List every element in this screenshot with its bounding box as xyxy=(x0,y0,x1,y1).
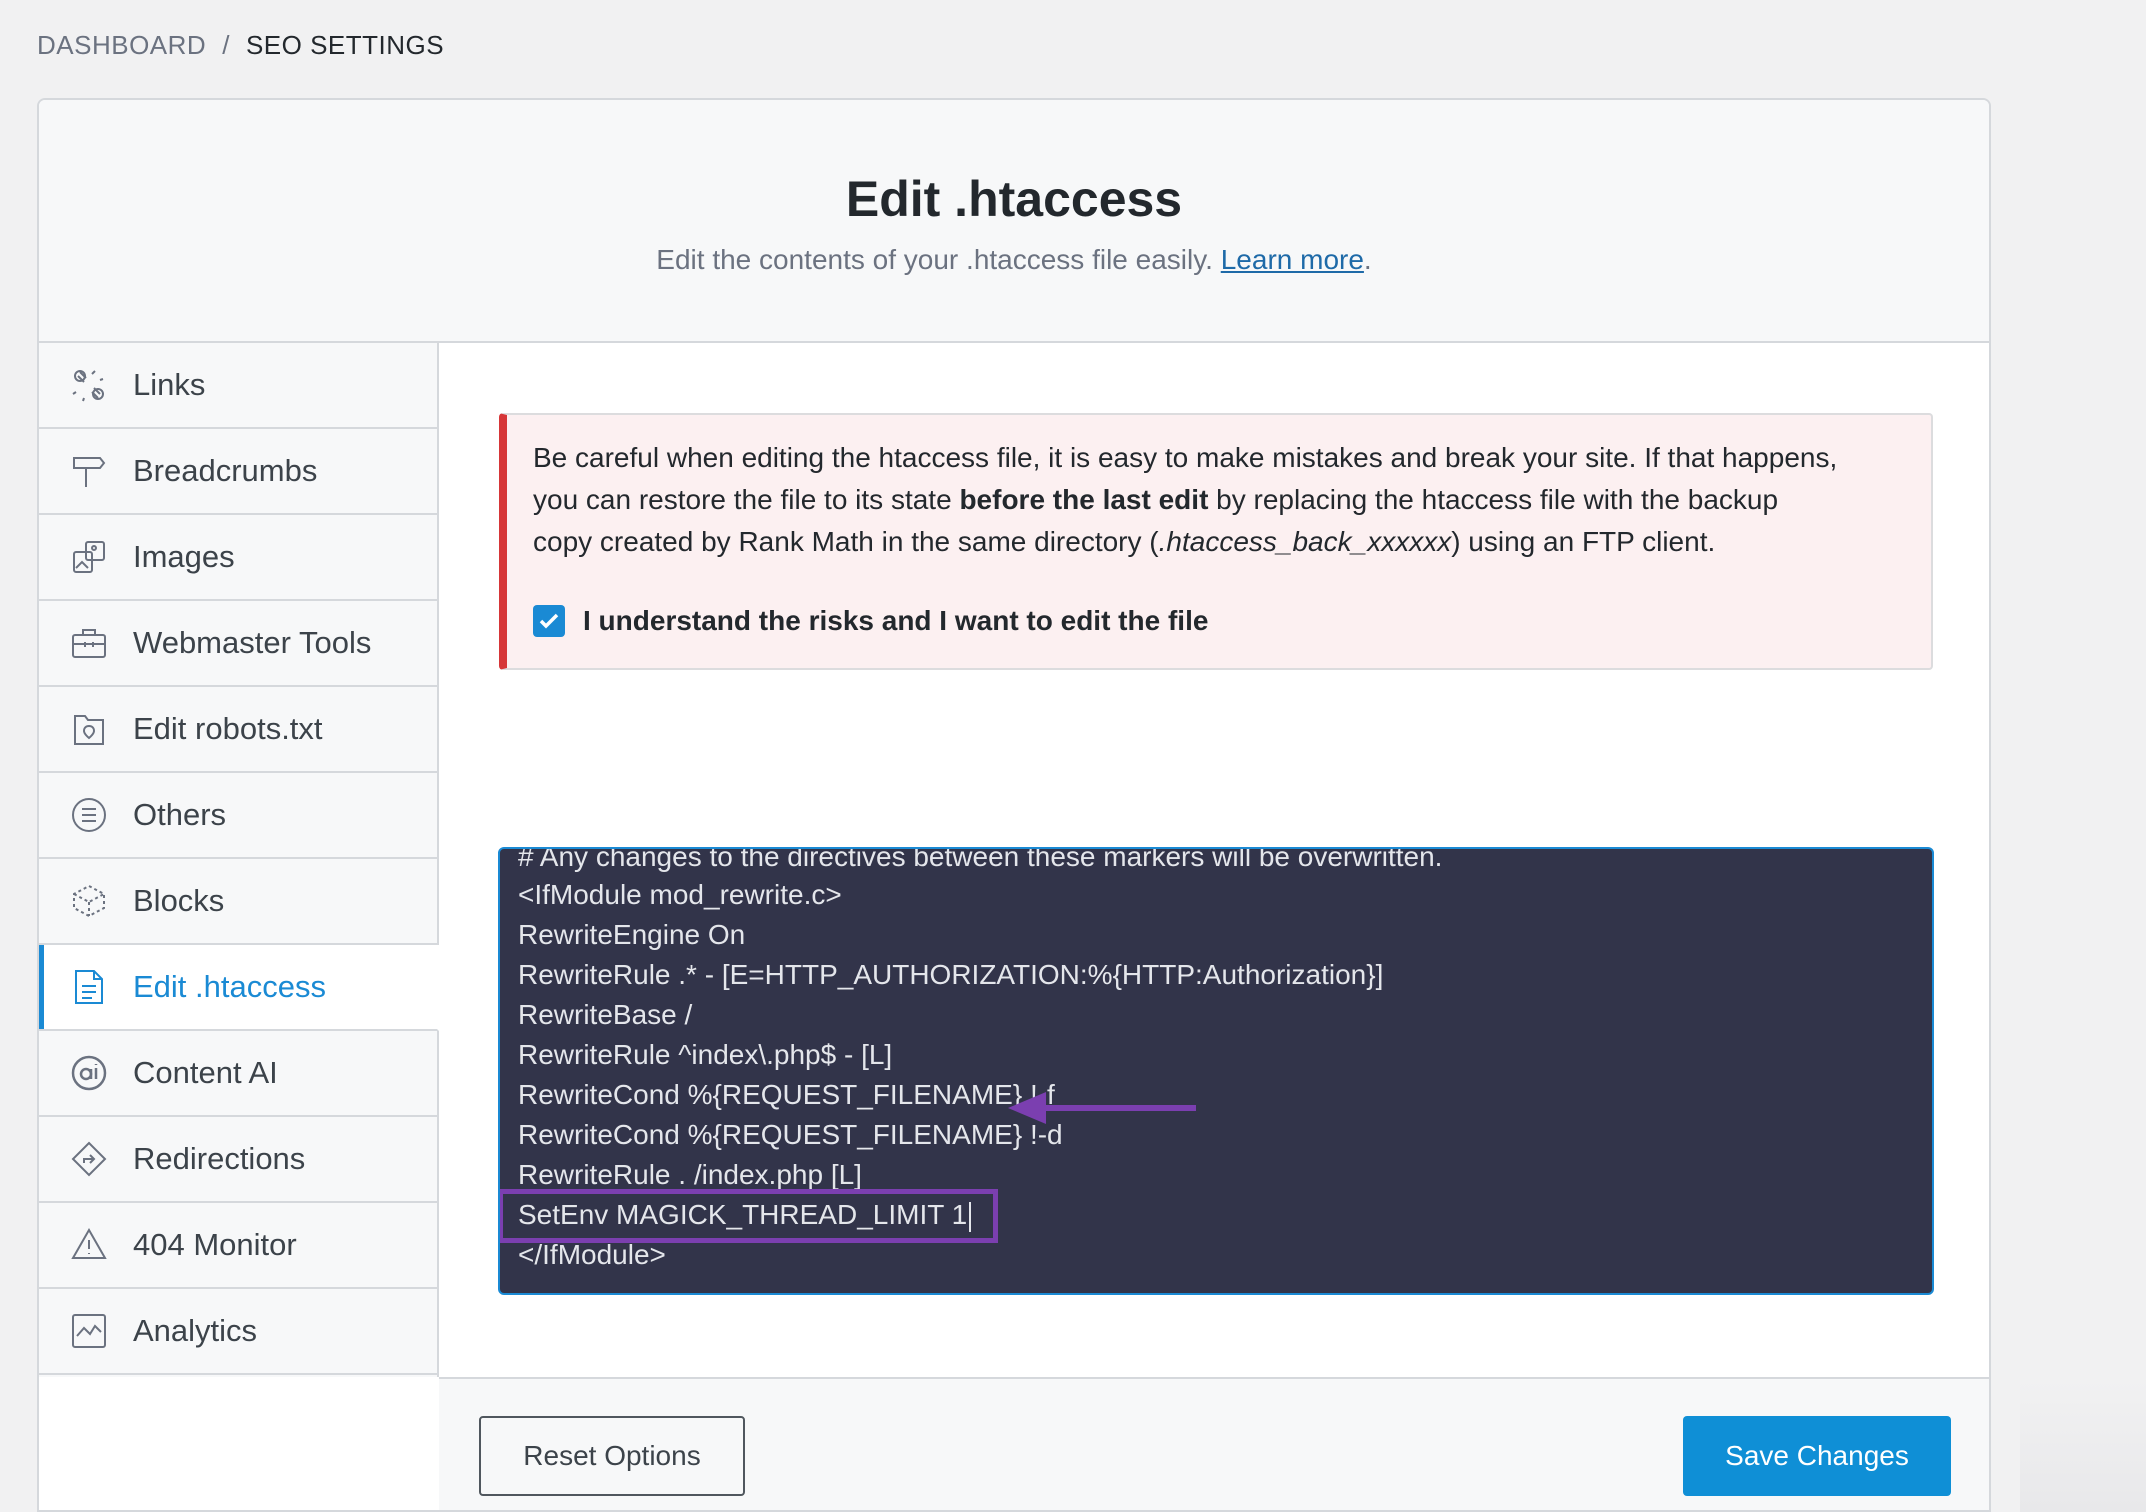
subtitle-period: . xyxy=(1363,244,1372,275)
code-line[interactable]: RewriteCond %{REQUEST_FILENAME} !-f xyxy=(518,1075,1055,1115)
checkmark-icon xyxy=(539,613,559,629)
sidebar-item-breadcrumbs[interactable]: Breadcrumbs xyxy=(39,429,437,515)
sidebar-item-label: Links xyxy=(133,367,206,402)
sidebar-item-label: Others xyxy=(133,797,227,832)
sidebar-item-analytics[interactable]: Analytics xyxy=(39,1289,437,1375)
save-changes-button[interactable]: Save Changes xyxy=(1683,1416,1951,1496)
sidebar-item-404-monitor[interactable]: 404 Monitor xyxy=(39,1203,437,1289)
settings-card: Edit .htaccess Edit the contents of your… xyxy=(37,98,1991,1512)
code-line[interactable]: RewriteEngine On xyxy=(518,915,745,955)
notice-line-2-pre: you can restore the file to its state xyxy=(533,484,960,515)
sidebar: Links Breadcrumbs Images Webmaster Tools… xyxy=(39,343,439,1377)
notice-bold-text: before the last edit xyxy=(959,484,1209,515)
sidebar-item-label: Edit robots.txt xyxy=(133,711,323,746)
card-header: Edit .htaccess Edit the contents of your… xyxy=(39,100,1989,343)
sidebar-item-webmaster-tools[interactable]: Webmaster Tools xyxy=(39,601,437,687)
breadcrumb-dashboard-link[interactable]: DASHBOARD xyxy=(37,30,206,61)
notice-line-1: Be careful when editing the htaccess fil… xyxy=(533,442,1838,473)
blocks-icon xyxy=(69,881,109,921)
sidebar-item-label: Redirections xyxy=(133,1141,306,1176)
links-icon xyxy=(69,365,109,405)
sidebar-item-label: Images xyxy=(133,539,235,574)
code-line[interactable]: RewriteCond %{REQUEST_FILENAME} !-d xyxy=(518,1115,1063,1155)
page-edge-shadow xyxy=(2020,1380,2146,1512)
code-line-text: RewriteRule .* - [E=HTTP_AUTHORIZATION:%… xyxy=(518,959,1384,990)
htaccess-code-editor[interactable]: # Any changes to the directives between … xyxy=(498,847,1934,1295)
notice-text: Be careful when editing the htaccess fil… xyxy=(533,437,1903,563)
content-ai-icon xyxy=(69,1053,109,1093)
annotation-arrow-icon xyxy=(1008,1092,1196,1124)
sidebar-item-edit-htaccess[interactable]: Edit .htaccess xyxy=(39,945,439,1031)
page-subtitle-text: Edit the contents of your .htaccess file… xyxy=(656,244,1213,275)
sidebar-item-label: Webmaster Tools xyxy=(133,625,372,660)
reset-options-button[interactable]: Reset Options xyxy=(479,1416,745,1496)
highlight-annotation-box xyxy=(500,1189,998,1243)
sidebar-item-links[interactable]: Links xyxy=(39,343,437,429)
sidebar-item-redirections[interactable]: Redirections xyxy=(39,1117,437,1203)
breadcrumb: DASHBOARD / SEO SETTINGS xyxy=(37,30,444,61)
warning-triangle-icon xyxy=(69,1225,109,1265)
sidebar-item-label: Content AI xyxy=(133,1055,278,1090)
list-circle-icon xyxy=(69,795,109,835)
notice-line-3-post: ) using an FTP client. xyxy=(1451,526,1716,557)
warning-notice: Be careful when editing the htaccess fil… xyxy=(499,413,1933,670)
sidebar-item-images[interactable]: Images xyxy=(39,515,437,601)
code-line[interactable]: RewriteRule ^index\.php$ - [L] xyxy=(518,1035,892,1075)
footer-actions: Reset Options Save Changes xyxy=(439,1377,1989,1510)
notice-backup-filename: .htaccess_back_xxxxxx xyxy=(1158,526,1452,557)
sidebar-item-blocks[interactable]: Blocks xyxy=(39,859,437,945)
sidebar-item-content-ai[interactable]: Content AI xyxy=(39,1031,437,1117)
code-line[interactable]: <IfModule mod_rewrite.c> xyxy=(518,875,842,915)
code-line[interactable]: RewriteBase / xyxy=(518,995,692,1035)
learn-more-link[interactable]: Learn more xyxy=(1221,244,1364,275)
sidebar-item-edit-robots[interactable]: Edit robots.txt xyxy=(39,687,437,773)
risk-confirm-checkbox[interactable] xyxy=(533,605,565,637)
sidebar-item-label: Breadcrumbs xyxy=(133,453,318,488)
notice-line-3-pre: copy created by Rank Math in the same di… xyxy=(533,526,1159,557)
images-icon xyxy=(69,537,109,577)
redirect-diamond-icon xyxy=(69,1139,109,1179)
sidebar-item-label: Edit .htaccess xyxy=(133,969,326,1004)
toolbox-icon xyxy=(69,623,109,663)
risk-confirm-row[interactable]: I understand the risks and I want to edi… xyxy=(533,605,1208,637)
signpost-icon xyxy=(69,451,109,491)
sidebar-item-label: 404 Monitor xyxy=(133,1227,297,1262)
notice-line-2-post: by replacing the htaccess file with the … xyxy=(1208,484,1779,515)
sidebar-item-label: Analytics xyxy=(133,1313,258,1348)
main-content: Be careful when editing the htaccess fil… xyxy=(439,343,1989,1377)
document-icon xyxy=(69,967,109,1007)
sidebar-item-others[interactable]: Others xyxy=(39,773,437,859)
page-title: Edit .htaccess xyxy=(845,171,1183,227)
robots-file-icon xyxy=(69,709,109,749)
page-subtitle: Edit the contents of your .htaccess file… xyxy=(39,244,1989,276)
sidebar-item-label: Blocks xyxy=(133,883,225,918)
breadcrumb-current: SEO SETTINGS xyxy=(245,30,445,60)
risk-confirm-label[interactable]: I understand the risks and I want to edi… xyxy=(583,605,1208,637)
breadcrumb-separator: / xyxy=(222,30,230,60)
analytics-chart-icon xyxy=(69,1311,109,1351)
code-line[interactable]: # Any changes to the directives between … xyxy=(518,849,1442,877)
code-line[interactable]: RewriteRule .* - [E=HTTP_AUTHORIZATION:%… xyxy=(518,955,1383,995)
